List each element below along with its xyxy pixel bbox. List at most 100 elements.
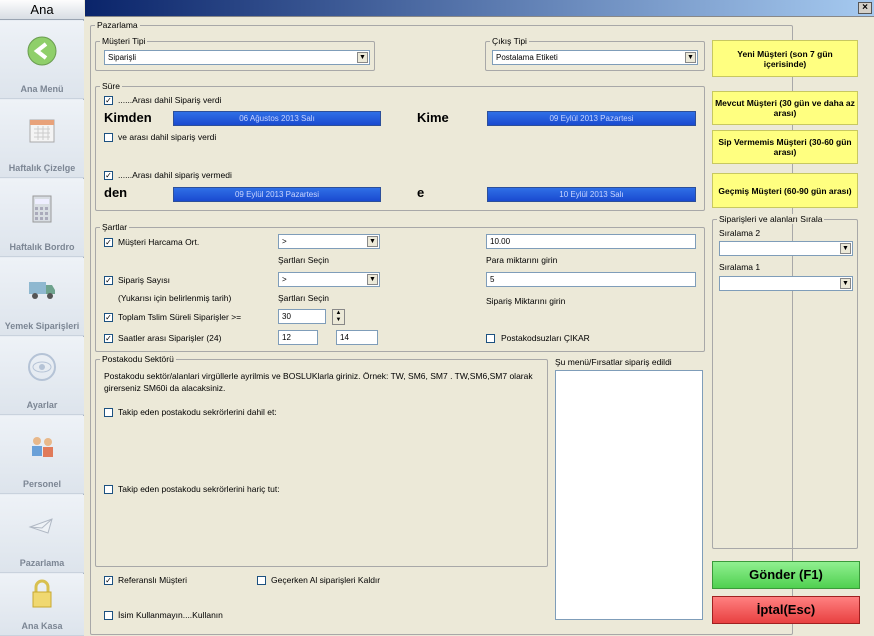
siparis-operator-select[interactable]: > ▼: [278, 272, 380, 287]
postakodu-dahil-label: Takip eden postakodu sekrörlerini dahil …: [118, 407, 277, 417]
date-from-2[interactable]: 09 Eylül 2013 Pazartesi: [173, 187, 381, 202]
sidebar-item-pazarlama[interactable]: Pazarlama: [0, 495, 84, 573]
chevron-down-icon: ▼: [840, 278, 851, 289]
sure-cb1-label: ......Arası dahil Sipariş verdi: [118, 95, 222, 105]
toplam-input[interactable]: 30: [278, 309, 326, 324]
harcama-checkbox[interactable]: ✓: [104, 238, 113, 247]
sidebar-item-label: Haftalık Bordro: [9, 242, 75, 252]
siralama1-select[interactable]: ▼: [719, 276, 853, 291]
chevron-down-icon: ▼: [357, 52, 368, 63]
sidebar-item-label: Ayarlar: [26, 400, 58, 410]
postakodu-dahil-checkbox[interactable]: [104, 408, 113, 417]
toplam-spinner[interactable]: ▲ ▼: [332, 309, 345, 325]
siparis-sayisi-checkbox[interactable]: ✓: [104, 276, 113, 285]
sidebar-item-ana-menu[interactable]: Ana Menü: [0, 21, 84, 99]
sidebar-item-label: Personel: [22, 479, 62, 489]
para-input[interactable]: 10.00: [486, 234, 696, 249]
sure-title: Süre: [100, 81, 122, 91]
sartlar-secin-2: Şartları Seçin: [278, 293, 330, 303]
isim-label: İsim Kullanmayın....Kullanın: [118, 610, 223, 620]
isim-checkbox[interactable]: [104, 611, 113, 620]
kime-label: Kime: [417, 110, 449, 125]
back-arrow-icon: [27, 36, 57, 66]
kimden-label: Kimden: [104, 110, 152, 125]
calendar-icon: [29, 119, 55, 143]
sidebar-item-label: Yemek Siparişleri: [4, 321, 80, 331]
sidebar-item-haftalik-bordro[interactable]: Haftalık Bordro: [0, 179, 84, 257]
sidebar-title: Ana: [0, 0, 84, 20]
den-label: den: [104, 185, 128, 200]
sartlar-secin-1: Şartları Seçin: [278, 255, 330, 265]
sure-cb3[interactable]: ✓: [104, 171, 113, 180]
menu-listbox[interactable]: [555, 370, 703, 620]
padlock-icon: [32, 579, 52, 608]
pazarlama-title: Pazarlama: [95, 20, 140, 30]
musteri-tipi-title: Müşteri Tipi: [100, 36, 148, 46]
sidebar-item-ayarlar[interactable]: Ayarlar: [0, 337, 84, 415]
harcama-operator-value: >: [282, 237, 287, 246]
sure-cb2-label: ve arası dahil sipariş verdi: [118, 132, 217, 142]
chevron-down-icon: ▼: [840, 243, 851, 254]
toplam-label: Toplam Tslim Süreli Siparişler >=: [118, 312, 242, 322]
sidebar-item-yemek-siparisleri[interactable]: Yemek Siparişleri: [0, 258, 84, 336]
musteri-tipi-select[interactable]: Siparişli ▼: [104, 50, 370, 65]
window-titlebar: ×: [85, 0, 874, 17]
sidebar: Ana Ana Menü Haftalık Çizelge Haftalık B…: [0, 0, 84, 636]
musteri-tipi-value: Siparişli: [108, 53, 137, 62]
chevron-down-icon: ▼: [367, 274, 378, 285]
date-from-1[interactable]: 06 Ağustos 2013 Salı: [173, 111, 381, 126]
gecerken-checkbox[interactable]: [257, 576, 266, 585]
chevron-down-icon: ▼: [685, 52, 696, 63]
sip-vermemis-button[interactable]: Sip Vermemis Müşteri (30-60 gün arası): [712, 130, 858, 164]
e-label: e: [417, 185, 425, 200]
delivery-truck-icon: [29, 282, 55, 299]
yeni-musteri-button[interactable]: Yeni Müşteri (son 7 gün içerisinde): [712, 40, 858, 77]
sure-cb2[interactable]: [104, 133, 113, 142]
harcama-label: Müşteri Harcama Ort.: [118, 237, 200, 247]
saat-end-input[interactable]: 14: [336, 330, 378, 345]
yukarisi-label: (Yukarısı için belirlenmiş tarih): [118, 293, 232, 303]
harcama-operator-select[interactable]: > ▼: [278, 234, 380, 249]
postakodsuz-checkbox[interactable]: [486, 334, 495, 343]
postakodsuz-label: Postakodsuzları ÇIKAR: [501, 333, 590, 343]
sidebar-item-label: Ana Kasa: [21, 621, 63, 631]
cancel-button[interactable]: İptal(Esc): [712, 596, 860, 624]
postakodu-description: Postakodu sektör/alanlari virgüllerle ay…: [104, 371, 533, 393]
referansli-checkbox[interactable]: ✓: [104, 576, 113, 585]
toplam-checkbox[interactable]: ✓: [104, 313, 113, 322]
people-icon: [32, 437, 53, 457]
sidebar-item-label: Pazarlama: [19, 558, 65, 568]
saatler-label: Saatler arası Siparişler (24): [118, 333, 222, 343]
siparis-miktar-label: Sipariş Miktarını girin: [486, 296, 566, 306]
sidebar-item-personel[interactable]: Personel: [0, 416, 84, 494]
cikis-tipi-title: Çıkış Tipi: [490, 36, 529, 46]
date-to-1[interactable]: 09 Eylül 2013 Pazartesi: [487, 111, 696, 126]
mevcut-musteri-button[interactable]: Mevcut Müşteri (30 gün ve daha az arası): [712, 91, 858, 125]
chevron-down-icon: ▼: [367, 236, 378, 247]
sure-cb1[interactable]: ✓: [104, 96, 113, 105]
sidebar-item-label: Ana Menü: [20, 84, 64, 94]
siparis-sayisi-label: Sipariş Sayısı: [118, 275, 170, 285]
cikis-tipi-select[interactable]: Postalama Etiketi ▼: [492, 50, 698, 65]
para-label: Para miktarını girin: [486, 255, 558, 265]
sidebar-item-haftalik-cizelge[interactable]: Haftalık Çizelge: [0, 100, 84, 178]
siparis-input[interactable]: 5: [486, 272, 696, 287]
postakodu-title: Postakodu Sektörü: [100, 354, 176, 364]
postakodu-haric-checkbox[interactable]: [104, 485, 113, 494]
siralama2-select[interactable]: ▼: [719, 241, 853, 256]
saat-start-input[interactable]: 12: [278, 330, 318, 345]
siparis-operator-value: >: [282, 275, 287, 284]
sidebar-item-ana-kasa[interactable]: Ana Kasa: [0, 574, 84, 636]
calculator-icon: [32, 195, 52, 223]
siralama1-label: Sıralama 1: [719, 262, 761, 272]
saatler-checkbox[interactable]: ✓: [104, 334, 113, 343]
referansli-label: Referanslı Müşteri: [118, 575, 187, 585]
send-button[interactable]: Gönder (F1): [712, 561, 860, 589]
sidebar-item-label: Haftalık Çizelge: [8, 163, 76, 173]
menu-list-title: Şu menü/Fırsatlar sipariş edildi: [555, 357, 672, 367]
gecmis-musteri-button[interactable]: Geçmiş Müşteri (60-90 gün arası): [712, 173, 858, 208]
date-to-2[interactable]: 10 Eylül 2013 Salı: [487, 187, 696, 202]
close-button[interactable]: ×: [858, 2, 872, 14]
gecerken-label: Geçerken Al siparişleri Kaldır: [271, 575, 381, 585]
main-panel: Pazarlama Müşteri Tipi Siparişli ▼ Çıkış …: [85, 17, 874, 636]
